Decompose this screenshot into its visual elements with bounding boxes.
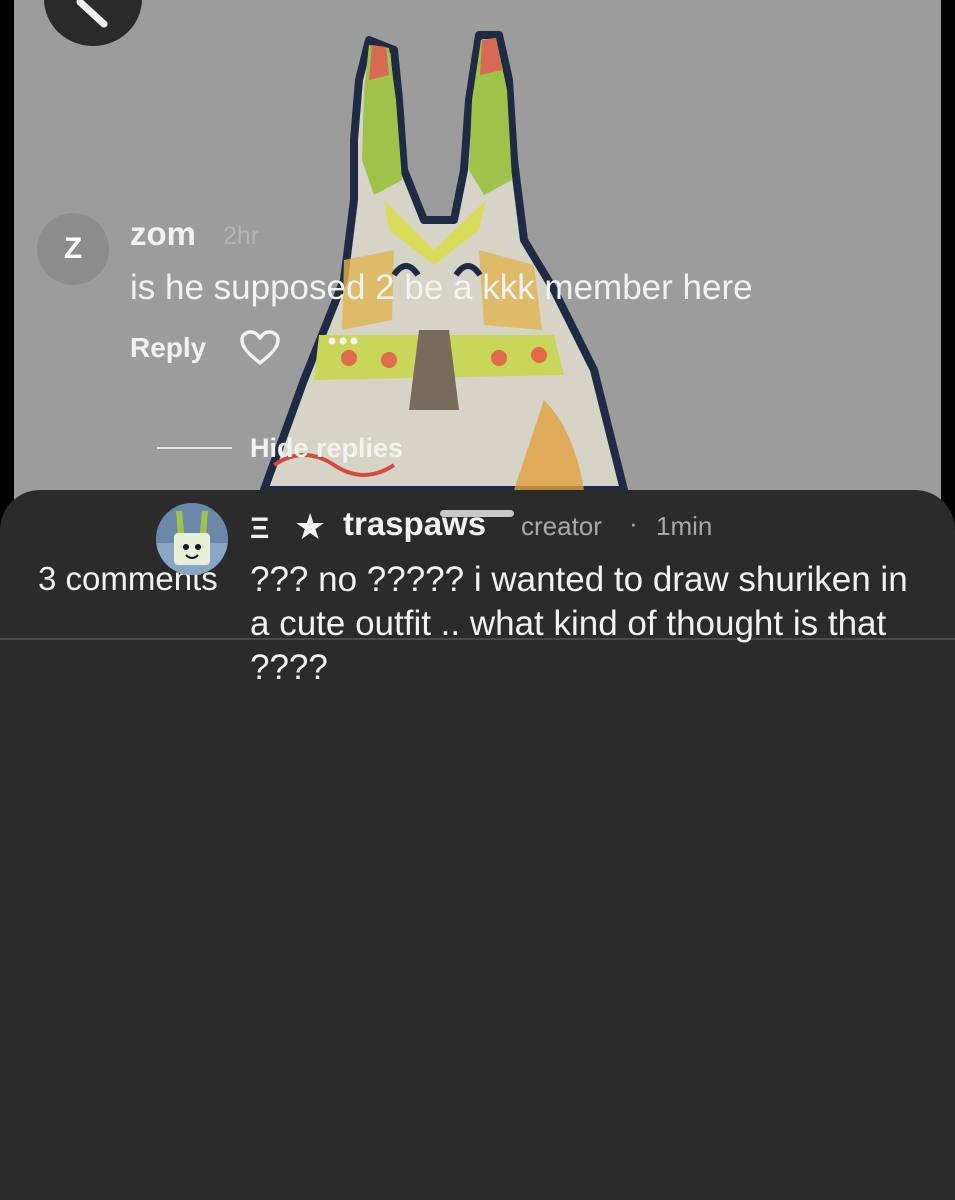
- reply-time: 1min: [656, 511, 713, 541]
- hide-replies-button[interactable]: Hide replies: [250, 433, 403, 464]
- artwork-image: [260, 31, 628, 494]
- creator-badge: creator: [521, 511, 602, 541]
- rank-icon: Ξ: [250, 512, 270, 545]
- back-button[interactable]: [44, 0, 142, 46]
- comment-username[interactable]: zom: [130, 215, 196, 253]
- reply-username[interactable]: traspaws: [343, 505, 486, 543]
- star-icon: ★: [294, 506, 327, 547]
- creator-avatar-image: [156, 503, 228, 575]
- more-icon[interactable]: [328, 336, 360, 346]
- avatar[interactable]: [156, 503, 228, 575]
- comment-text: is he supposed 2 be a kkk member here: [130, 268, 753, 307]
- reply-text: ??? no ????? i wanted to draw shuriken i…: [250, 560, 908, 687]
- heart-icon[interactable]: [240, 330, 280, 366]
- reply-button[interactable]: Reply: [130, 332, 206, 364]
- back-arrow-icon: [76, 0, 108, 28]
- comment-time: 2hr: [223, 222, 260, 250]
- separator: ·: [629, 508, 638, 538]
- hide-replies-line: [157, 447, 232, 449]
- avatar[interactable]: Z: [37, 213, 109, 285]
